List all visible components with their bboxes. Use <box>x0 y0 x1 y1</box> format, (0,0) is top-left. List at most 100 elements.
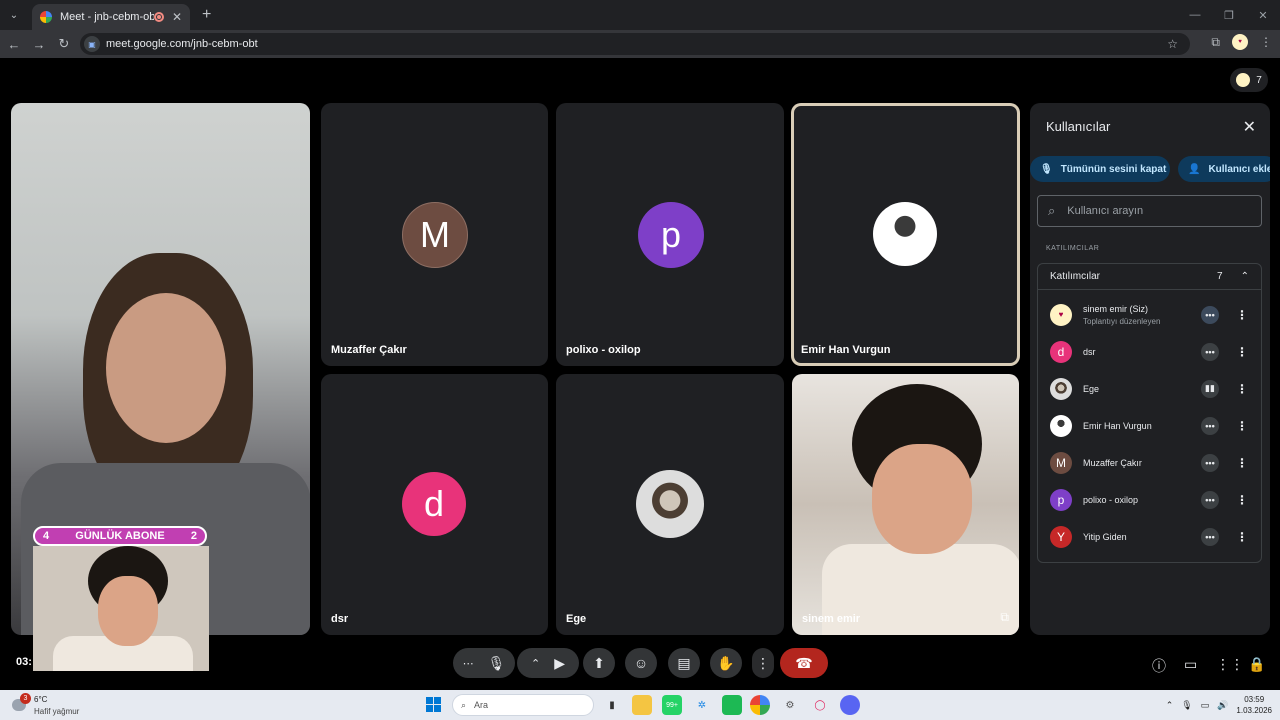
network-icon[interactable]: ▭ <box>1201 700 1210 711</box>
participants-group-header[interactable]: Katılımcılar 7 ⌃ <box>1038 264 1261 290</box>
participants-list: Katılımcılar 7 ⌃ ♥ sinem emir (Siz) Topl… <box>1037 263 1262 563</box>
address-bar[interactable]: ▣ meet.google.com/jnb-cebm-obt ☆ <box>80 33 1190 55</box>
more-audio-options-icon[interactable]: ⋯ <box>463 657 474 670</box>
bookmark-star-icon[interactable]: ☆ <box>1167 37 1178 51</box>
camera-icon[interactable]: ▶ <box>554 655 565 672</box>
participant-count: 7 <box>1256 74 1262 86</box>
participant-avatar-icon <box>1236 73 1251 87</box>
chevron-up-icon[interactable]: ⌃ <box>1241 271 1249 282</box>
close-icon[interactable]: ✕ <box>1243 117 1256 137</box>
file-explorer-icon[interactable] <box>632 695 652 715</box>
user-search[interactable]: ⌕ <box>1037 195 1262 227</box>
more-vert-icon: ⋮ <box>756 654 770 671</box>
more-options-icon[interactable]: ••• <box>1201 453 1219 472</box>
chevron-up-icon[interactable]: ⌃ <box>1166 700 1174 711</box>
raise-hand-button[interactable]: ✋ <box>710 648 742 678</box>
new-tab-button[interactable]: + <box>202 6 211 24</box>
add-user-button[interactable]: 👤 Kullanıcı ekle <box>1178 156 1270 182</box>
toolbar-right: ⧉ ♥ ⋮ <box>1211 34 1272 50</box>
pip-toggle-icon[interactable]: ⧉ <box>1000 610 1009 625</box>
kebab-menu-icon[interactable]: ⋮ <box>1236 530 1248 544</box>
search-input[interactable] <box>1067 205 1238 217</box>
tab-close-button[interactable]: ✕ <box>172 10 182 24</box>
list-item[interactable]: d dsr ••• ⋮ <box>1038 333 1263 370</box>
browser-menu-icon[interactable]: ⋮ <box>1260 35 1272 49</box>
more-options-icon[interactable]: ••• <box>1201 342 1219 361</box>
list-item[interactable]: M Muzaffer Çakır ••• ⋮ <box>1038 444 1263 481</box>
overlay-right-num: 2 <box>190 530 197 542</box>
participant-count-chip[interactable]: 7 <box>1230 68 1268 92</box>
kebab-menu-icon[interactable]: ⋮ <box>1236 493 1248 507</box>
audio-level-icon[interactable]: ▮▮ <box>1201 379 1219 398</box>
more-options-button[interactable]: ⋮ <box>752 648 774 678</box>
tile-polixo[interactable]: p polixo - oxilop <box>556 103 784 366</box>
reload-icon[interactable]: ↻ <box>53 36 75 52</box>
panel-title: Kullanıcılar <box>1046 119 1111 134</box>
whatsapp-icon[interactable]: 99+ <box>662 695 682 715</box>
volume-icon[interactable]: 🔊 <box>1217 700 1228 711</box>
mic-group[interactable]: ⋯ 🎙 <box>453 648 515 678</box>
list-item[interactable]: Emir Han Vurgun ••• ⋮ <box>1038 407 1263 444</box>
restore-icon[interactable]: ❐ <box>1212 0 1246 30</box>
info-icon[interactable]: ⓘ <box>1152 656 1166 676</box>
emoji-button[interactable]: ☺ <box>625 648 657 678</box>
forward-icon[interactable]: → <box>28 37 50 52</box>
end-call-button[interactable]: ☎ <box>780 648 828 678</box>
list-item[interactable]: ♥ sinem emir (Siz) Toplantıyı düzenleyen… <box>1038 296 1263 333</box>
back-icon[interactable]: ← <box>3 37 25 52</box>
activities-icon[interactable]: ⋮⋮ <box>1216 656 1244 673</box>
kebab-menu-icon[interactable]: ⋮ <box>1236 345 1248 359</box>
opera-icon[interactable]: ◯ <box>810 695 830 715</box>
close-window-icon[interactable]: ✕ <box>1246 0 1280 30</box>
discord-icon[interactable] <box>840 695 860 715</box>
camera-group[interactable]: ⌃ ▶ <box>517 648 579 678</box>
more-options-icon[interactable]: ••• <box>1201 305 1219 324</box>
tab-title: Meet - jnb-cebm-obt <box>60 11 154 23</box>
mic-icon[interactable]: 🎙 <box>488 655 506 672</box>
browser-tab-meet[interactable]: Meet - jnb-cebm-obt ✕ <box>32 4 190 30</box>
add-user-label: Kullanıcı ekle <box>1208 163 1270 175</box>
mute-all-button[interactable]: 🎙 Tümünün sesini kapat <box>1030 156 1170 182</box>
gear-icon[interactable]: ⚙ <box>780 695 800 715</box>
tile-name: Ege <box>566 613 587 625</box>
weather-badge: 3 <box>20 693 31 704</box>
more-options-icon[interactable]: ••• <box>1201 490 1219 509</box>
chevron-up-icon[interactable]: ⌃ <box>531 657 540 670</box>
host-controls-icon[interactable]: 🔒 <box>1248 656 1265 673</box>
taskbar-search[interactable]: ⌕ Ara <box>452 694 594 716</box>
mic-icon[interactable]: 🎙 <box>1181 700 1192 711</box>
avatar: d <box>1050 340 1072 363</box>
task-view-icon[interactable]: ▮ <box>602 695 622 715</box>
profile-avatar[interactable]: ♥ <box>1232 34 1248 50</box>
minimize-icon[interactable]: — <box>1178 0 1212 30</box>
clock[interactable]: 03:59 1.03.2026 <box>1236 694 1272 716</box>
system-tray: ⌃ 🎙 ▭ 🔊 03:59 1.03.2026 <box>1166 690 1272 720</box>
start-button[interactable] <box>426 697 441 712</box>
list-item[interactable]: Y Yitip Giden ••• ⋮ <box>1038 518 1263 555</box>
kebab-menu-icon[interactable]: ⋮ <box>1236 382 1248 396</box>
tile-ege[interactable]: Ege <box>556 374 784 635</box>
more-options-icon[interactable]: ••• <box>1201 416 1219 435</box>
app-icon[interactable] <box>722 695 742 715</box>
browser-tab-strip: ⌄ Meet - jnb-cebm-obt ✕ + — ❐ ✕ <box>0 0 1280 30</box>
tile-self-camera[interactable]: sinem emir ⧉ <box>792 374 1019 635</box>
list-item[interactable]: p polixo - oxilop ••• ⋮ <box>1038 481 1263 518</box>
kebab-menu-icon[interactable]: ⋮ <box>1236 308 1248 322</box>
captions-button[interactable]: ▤ <box>668 648 700 678</box>
extensions-icon[interactable]: ⧉ <box>1211 35 1220 50</box>
tile-dsr[interactable]: d dsr <box>321 374 548 635</box>
chat-icon[interactable]: ▭ <box>1184 656 1197 673</box>
settings-app-icon[interactable]: ✲ <box>692 695 712 715</box>
kebab-menu-icon[interactable]: ⋮ <box>1236 456 1248 470</box>
kebab-menu-icon[interactable]: ⋮ <box>1236 419 1248 433</box>
list-item[interactable]: Ege ▮▮ ⋮ <box>1038 370 1263 407</box>
tile-emir-han[interactable]: Emir Han Vurgun <box>791 103 1020 366</box>
weather-widget[interactable]: 3 6°C Hafif yağmur <box>8 693 98 717</box>
present-screen-button[interactable]: ⬆ <box>583 648 615 678</box>
tab-search-button[interactable]: ⌄ <box>4 5 24 25</box>
avatar: d <box>402 472 466 536</box>
chrome-icon[interactable] <box>750 695 770 715</box>
site-info-icon[interactable]: ▣ <box>84 36 100 52</box>
tile-muzaffer[interactable]: M Muzaffer Çakır <box>321 103 548 366</box>
more-options-icon[interactable]: ••• <box>1201 527 1219 546</box>
